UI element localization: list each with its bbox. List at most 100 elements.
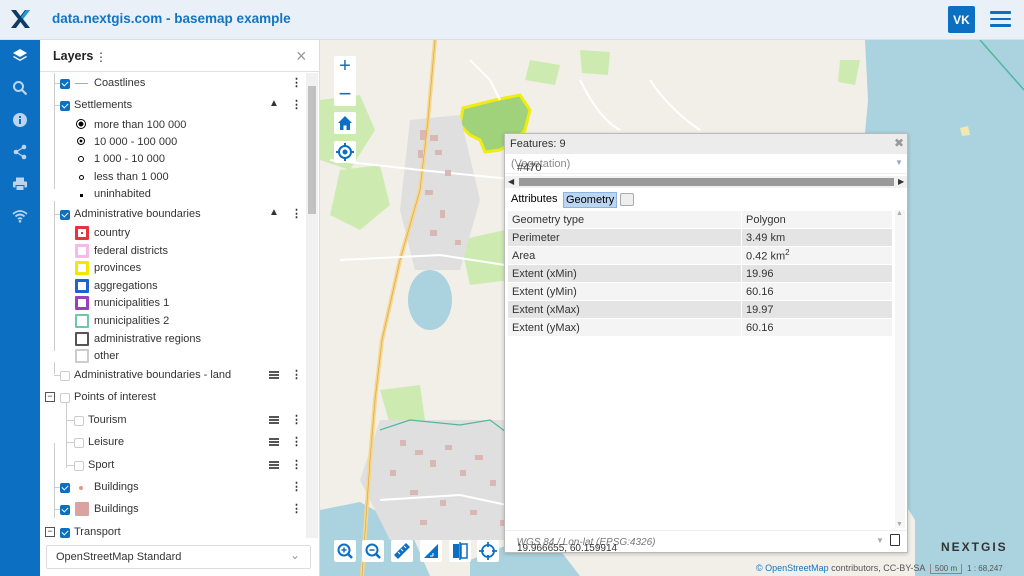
legend-item: aggregations (40, 278, 306, 296)
layer-menu-icon[interactable]: ⋮ (291, 480, 302, 493)
attribute-table-icon[interactable] (269, 438, 279, 446)
layer-row-sport[interactable]: Sport ⋮ (40, 457, 306, 475)
layer-row-admin-boundaries-land[interactable]: Administrative boundaries - land ⋮ (40, 367, 306, 385)
copy-icon[interactable] (890, 534, 900, 546)
crs-dropdown-icon[interactable]: ▼ (876, 536, 884, 545)
chevron-down-icon: ▼ (895, 158, 903, 167)
table-cell-value: 19.97 (741, 300, 893, 319)
close-icon[interactable]: ✖ (894, 136, 904, 150)
zoom-out-tool-button[interactable] (362, 540, 384, 562)
zoom-in-button[interactable]: + (334, 56, 356, 78)
provinces-swatch (75, 261, 89, 275)
attribution-text: contributors, CC-BY-SA (828, 563, 925, 573)
layer-menu-icon[interactable]: ⋮ (291, 368, 302, 381)
table-cell-value: 60.16 (741, 318, 893, 337)
legend-label: aggregations (94, 280, 158, 292)
layer-label: Tourism (88, 414, 127, 426)
attribute-table-icon[interactable] (269, 461, 279, 469)
scroll-right-icon[interactable]: ▶ (898, 177, 904, 186)
zoom-out-button[interactable]: − (334, 83, 356, 105)
layer-checkbox[interactable] (60, 483, 70, 493)
swipe-button[interactable] (449, 540, 471, 562)
zoom-to-feature-icon[interactable] (620, 193, 634, 206)
layer-group-transport[interactable]: − Transport (40, 524, 306, 538)
panel-menu-icon[interactable]: ⋮ (95, 50, 107, 64)
legend-item: 1 000 - 10 000 (40, 151, 306, 169)
print-icon[interactable] (8, 172, 32, 196)
layer-checkbox[interactable] (74, 416, 84, 426)
tab-attributes[interactable]: Attributes (509, 192, 559, 208)
info-icon[interactable] (8, 108, 32, 132)
legend-label: more than 100 000 (94, 119, 187, 131)
layer-row-coastlines[interactable]: Coastlines ⋮ (40, 75, 306, 93)
layer-group-settlements[interactable]: Settlements ▲ ⋮ (40, 97, 306, 115)
legend-label: other (94, 350, 120, 362)
layer-menu-icon[interactable]: ⋮ (291, 458, 302, 471)
settlement-small-icon (74, 153, 88, 165)
crosshair-icon (479, 542, 497, 560)
layer-row-buildings-polygons[interactable]: Buildings ⋮ (40, 501, 306, 519)
layer-checkbox[interactable] (60, 210, 70, 220)
vertical-scrollbar[interactable]: ▲ ▼ (895, 210, 905, 528)
search-icon[interactable] (8, 76, 32, 100)
layer-checkbox[interactable] (60, 371, 70, 381)
layer-checkbox[interactable] (60, 79, 70, 89)
click-coordinates: 19.966655, 60.159914 (517, 543, 618, 554)
table-row: Extent (yMin) 60.16 (507, 282, 893, 301)
layer-group-admin-boundaries[interactable]: Administrative boundaries ▲ ⋮ (40, 206, 306, 224)
share-icon[interactable] (8, 140, 32, 164)
scroll-left-icon[interactable]: ◀ (508, 177, 514, 186)
measure-area-button[interactable] (420, 540, 442, 562)
features-count: Features: 9 (510, 138, 566, 150)
hamburger-menu-icon[interactable] (990, 11, 1011, 27)
identify-button[interactable] (477, 540, 499, 562)
layer-group-poi[interactable]: − Points of interest (40, 389, 306, 407)
admin-regions-swatch (75, 332, 89, 346)
layer-checkbox[interactable] (74, 461, 84, 471)
federal-districts-swatch (75, 244, 89, 258)
layer-checkbox[interactable] (60, 528, 70, 538)
home-button[interactable] (334, 112, 356, 134)
chevron-up-icon[interactable]: ▲ (269, 207, 279, 218)
layer-row-buildings[interactable]: Buildings ⋮ (40, 479, 306, 497)
wifi-icon[interactable] (8, 204, 32, 228)
basemap-select[interactable]: OpenStreetMap Standard ⌄ (46, 545, 311, 569)
scrollbar-thumb[interactable] (519, 178, 894, 186)
layer-menu-icon[interactable]: ⋮ (291, 98, 302, 111)
nextgis-brand-logo: NEXTGIS (941, 540, 1008, 554)
layer-checkbox[interactable] (60, 505, 70, 515)
locate-button[interactable] (334, 141, 356, 163)
osm-link[interactable]: © OpenStreetMap (756, 563, 829, 573)
layer-row-leisure[interactable]: Leisure ⋮ (40, 434, 306, 452)
scrollbar-thumb[interactable] (308, 86, 316, 214)
municipalities-1-swatch (75, 296, 89, 310)
nextgis-logo-icon[interactable] (9, 8, 31, 30)
collapse-icon[interactable]: − (45, 527, 55, 537)
chevron-up-icon[interactable]: ▲ (269, 98, 279, 109)
collapse-icon[interactable]: − (45, 392, 55, 402)
horizontal-scrollbar[interactable]: ◀ ▶ (505, 176, 907, 188)
layer-menu-icon[interactable]: ⋮ (291, 502, 302, 515)
zoom-in-tool-button[interactable] (334, 540, 356, 562)
layer-menu-icon[interactable]: ⋮ (291, 435, 302, 448)
layer-menu-icon[interactable]: ⋮ (291, 207, 302, 220)
attribute-table-icon[interactable] (269, 371, 279, 379)
layers-icon[interactable] (8, 44, 32, 68)
map-attribution: © OpenStreetMap contributors, CC-BY-SA 5… (756, 563, 1003, 574)
layer-checkbox[interactable] (74, 438, 84, 448)
layer-menu-icon[interactable]: ⋮ (291, 413, 302, 426)
layer-checkbox[interactable] (60, 393, 70, 403)
tab-geometry[interactable]: Geometry (563, 192, 618, 208)
attribute-table-icon[interactable] (269, 416, 279, 424)
feature-select[interactable]: #470 (Vegetation) ▼ (505, 154, 907, 174)
layer-menu-icon[interactable]: ⋮ (291, 76, 302, 89)
basemap-select-value: OpenStreetMap Standard (56, 551, 182, 563)
layer-row-tourism[interactable]: Tourism ⋮ (40, 412, 306, 430)
layer-checkbox[interactable] (60, 101, 70, 111)
scroll-up-icon[interactable]: ▲ (896, 210, 903, 217)
scroll-down-icon[interactable]: ▼ (896, 521, 903, 528)
close-icon[interactable]: × (296, 46, 307, 67)
table-cell-value: 60.16 (741, 282, 893, 301)
measure-distance-button[interactable] (391, 540, 413, 562)
user-avatar[interactable]: VK (948, 6, 975, 33)
